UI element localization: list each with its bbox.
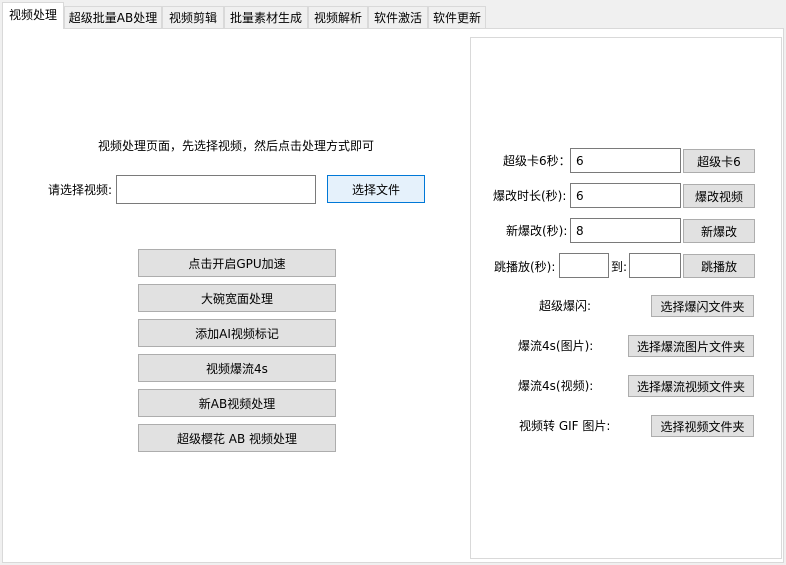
select-video-label: 请选择视频:	[48, 183, 113, 197]
skip-play-button[interactable]: 跳播放	[683, 254, 755, 278]
new-burst-input[interactable]: 8	[570, 218, 681, 243]
stream-video-folder-button[interactable]: 选择爆流视频文件夹	[628, 375, 754, 397]
super-card-button[interactable]: 超级卡6	[683, 149, 755, 173]
video-stream-4s-button[interactable]: 视频爆流4s	[138, 354, 336, 382]
new-burst-button[interactable]: 新爆改	[683, 219, 755, 243]
tab-activate[interactable]: 软件激活	[368, 6, 428, 28]
stream-video-label: 爆流4s(视频):	[518, 379, 594, 393]
hint-text: 视频处理页面，先选择视频，然后点击处理方式即可	[98, 139, 375, 153]
burst-duration-input[interactable]: 6	[570, 183, 681, 208]
skip-to-input[interactable]	[629, 253, 681, 278]
burst-video-button[interactable]: 爆改视频	[683, 184, 755, 208]
tab-video-process[interactable]: 视频处理	[2, 2, 64, 29]
tab-video-parse[interactable]: 视频解析	[308, 6, 368, 28]
new-ab-button[interactable]: 新AB视频处理	[138, 389, 336, 417]
skip-to-label: 到:	[611, 260, 628, 274]
sakura-ab-button[interactable]: 超级樱花 AB 视频处理	[138, 424, 336, 452]
stream-image-folder-button[interactable]: 选择爆流图片文件夹	[628, 335, 754, 357]
super-card-label: 超级卡6秒：	[503, 154, 571, 168]
add-ai-mark-button[interactable]: 添加AI视频标记	[138, 319, 336, 347]
tab-batch-ab[interactable]: 超级批量AB处理	[64, 6, 162, 28]
skip-from-input[interactable]	[559, 253, 609, 278]
gpu-accel-button[interactable]: 点击开启GPU加速	[138, 249, 336, 277]
wide-noodle-button[interactable]: 大碗宽面处理	[138, 284, 336, 312]
gif-folder-button[interactable]: 选择视频文件夹	[651, 415, 754, 437]
flash-folder-button[interactable]: 选择爆闪文件夹	[651, 295, 754, 317]
skip-label: 跳播放(秒):	[494, 260, 556, 274]
stream-image-label: 爆流4s(图片):	[518, 339, 594, 353]
tab-update[interactable]: 软件更新	[428, 6, 486, 28]
tab-video-edit[interactable]: 视频剪辑	[162, 6, 224, 28]
select-file-button[interactable]: 选择文件	[327, 175, 425, 203]
flash-label: 超级爆闪:	[539, 299, 592, 313]
tab-batch-material[interactable]: 批量素材生成	[224, 6, 308, 28]
tab-bar: 超级批量AB处理 视频剪辑 批量素材生成 视频解析 软件激活 软件更新 视频处理	[0, 0, 786, 29]
new-burst-label: 新爆改(秒):	[506, 224, 568, 238]
gif-label: 视频转 GIF 图片:	[519, 419, 611, 433]
burst-duration-label: 爆改时长(秒):	[493, 189, 567, 203]
video-path-input[interactable]	[116, 175, 316, 204]
super-card-input[interactable]: 6	[570, 148, 681, 173]
